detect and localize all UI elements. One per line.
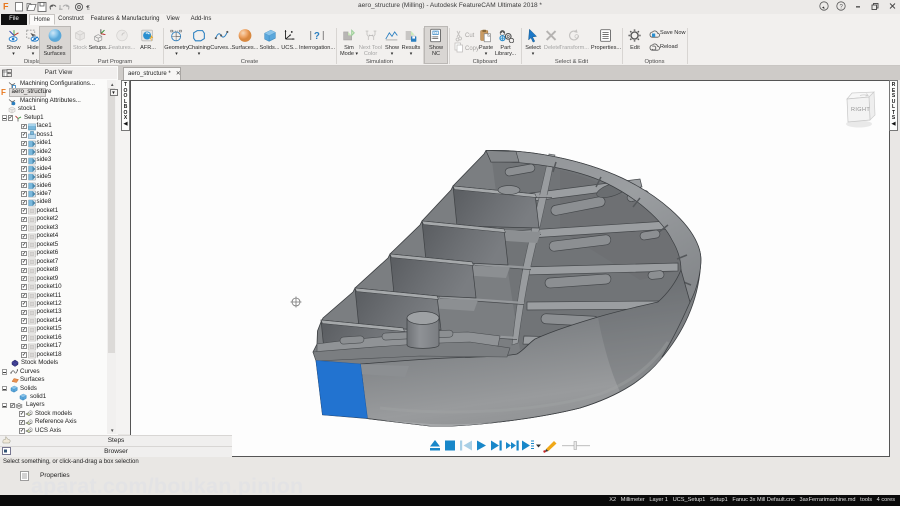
svg-text:Copy: Copy [465, 46, 479, 52]
svg-text:G: G [434, 30, 437, 35]
svg-text:RIGHT: RIGHT [851, 107, 870, 113]
svg-text:F: F [3, 2, 9, 12]
svg-text:Cut: Cut [465, 33, 475, 39]
svg-text:?: ? [314, 31, 320, 42]
